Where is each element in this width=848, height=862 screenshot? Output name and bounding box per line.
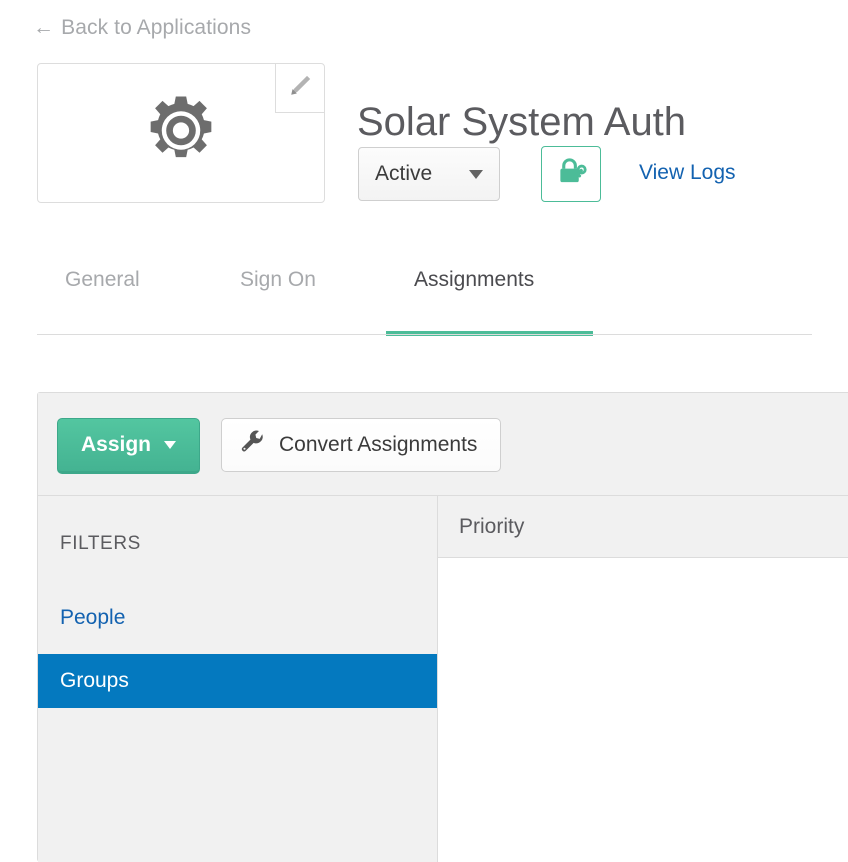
- app-tabs: General Sign On Assignments: [37, 268, 812, 336]
- filter-item-groups[interactable]: Groups: [38, 654, 437, 708]
- assignments-toolbar: Assign Convert Assignments: [38, 393, 848, 496]
- assignments-body: FILTERS People Groups Priority: [38, 496, 848, 862]
- edit-logo-button[interactable]: [275, 64, 324, 113]
- chevron-down-icon: [164, 441, 176, 449]
- view-logs-link[interactable]: View Logs: [639, 161, 736, 185]
- tab-assignments[interactable]: Assignments: [414, 268, 534, 292]
- app-logo-box: [37, 63, 325, 203]
- app-status-select[interactable]: Active: [358, 147, 500, 201]
- grid-header: Priority: [438, 496, 848, 558]
- back-arrow-icon: ←: [33, 17, 54, 38]
- filters-sidebar: FILTERS People Groups: [38, 496, 438, 862]
- convert-assignments-button[interactable]: Convert Assignments: [221, 418, 501, 472]
- assign-button-label: Assign: [81, 433, 151, 457]
- app-sign-on-lock-button[interactable]: [541, 146, 601, 202]
- pencil-icon: [287, 73, 313, 104]
- back-to-applications-label: Back to Applications: [61, 17, 251, 38]
- grid-rows: [438, 558, 848, 862]
- page-title: Solar System Auth: [357, 99, 686, 145]
- gear-icon: [144, 94, 218, 173]
- filter-item-people[interactable]: People: [38, 591, 437, 645]
- chevron-down-icon: [469, 170, 483, 179]
- back-to-applications-link[interactable]: ← Back to Applications: [33, 17, 251, 38]
- tabs-divider: [37, 334, 812, 335]
- app-status-value: Active: [375, 162, 432, 186]
- tab-sign-on[interactable]: Sign On: [240, 268, 316, 292]
- convert-assignments-label: Convert Assignments: [279, 433, 477, 457]
- lock-key-icon: [556, 156, 587, 192]
- assignments-panel: Assign Convert Assignments FILTERS Peopl…: [37, 392, 848, 862]
- assignments-grid: Priority: [438, 496, 848, 862]
- wrench-icon: [240, 430, 265, 461]
- assign-button[interactable]: Assign: [57, 418, 200, 474]
- tab-general[interactable]: General: [65, 268, 140, 292]
- filters-heading: FILTERS: [38, 496, 437, 555]
- column-header-priority: Priority: [459, 515, 524, 539]
